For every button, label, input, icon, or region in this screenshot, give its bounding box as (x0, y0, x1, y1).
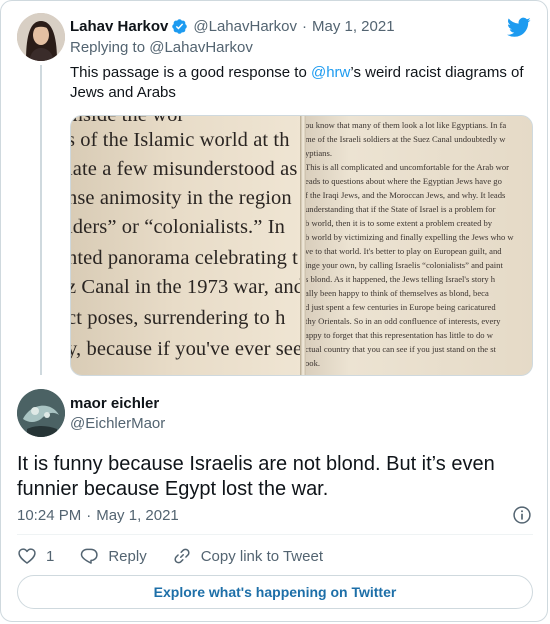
book-pages-photo[interactable]: ιnside the wor s of the Islamic world at… (70, 115, 533, 376)
copy-link-button[interactable]: Copy link to Tweet (172, 546, 323, 566)
twitter-bird-icon[interactable] (507, 15, 531, 39)
right-page-line: understanding that if the State of Israe… (305, 204, 496, 214)
left-page-line: s of the Islamic world at th (71, 129, 290, 151)
right-page-line: This is all complicated and uncomfortabl… (305, 162, 510, 172)
right-page-line: thy Orientals. So in an odd confluence o… (305, 316, 501, 326)
right-page-line: d just spent a few centuries in Europe b… (305, 302, 496, 312)
link-icon (174, 548, 190, 564)
thread-connector-line (40, 65, 42, 375)
explore-twitter-button[interactable]: Explore what's happening on Twitter (17, 575, 533, 609)
left-page-line: iate a few misunderstood as (71, 158, 298, 180)
right-page-line: me of the Israeli soldiers at the Suez C… (305, 134, 506, 144)
left-page-line: ιnside the wor (71, 116, 184, 127)
right-page-line: f the Iraqi Jews, and the Moroccan Jews,… (305, 190, 506, 200)
parent-tweet-date[interactable]: May 1, 2021 (312, 18, 395, 35)
verified-badge-icon (172, 18, 188, 34)
tweet-date: May 1, 2021 (96, 507, 179, 524)
replying-to-prefix: Replying to (70, 39, 146, 56)
left-page-line: z Canal in the 1973 war, and (71, 276, 303, 298)
info-icon[interactable] (512, 505, 532, 525)
right-page-line: ctual country that you can see if you ju… (305, 344, 496, 354)
right-page-line: ve to that world. It's better to play on… (305, 246, 502, 256)
header-separator: · (302, 17, 307, 35)
right-page-line: ook. (305, 358, 321, 368)
right-page-line: yptians. (305, 148, 332, 158)
right-page-line: ou know that many of them look a lot lik… (305, 120, 507, 130)
heart-icon (18, 548, 36, 564)
tweet-time: 10:24 PM (17, 507, 82, 524)
book-gutter (300, 116, 306, 375)
main-author-handle[interactable]: @EichlerMaor (70, 415, 165, 432)
like-count: 1 (46, 547, 55, 565)
right-page-line: ally been happy to think of themselves a… (305, 288, 489, 298)
left-page-line: iders” or “colonialists.” In (71, 216, 285, 238)
like-button[interactable]: 1 (17, 546, 54, 566)
replying-to: Replying to @LahavHarkov (70, 39, 253, 56)
tweet-actions-bar: 1 Reply Copy link to Tweet (17, 541, 348, 571)
lahav-harkov-avatar[interactable] (17, 13, 65, 61)
maor-eichler-avatar[interactable] (17, 389, 65, 437)
left-page-line: y, because if you've ever seen (71, 338, 303, 360)
tweet-embed-card: Lahav Harkov @LahavHarkov · May 1, 2021 … (0, 0, 548, 622)
hrw-mention-link[interactable]: @hrw (311, 64, 350, 81)
photo-left-page: ιnside the wor s of the Islamic world at… (71, 116, 303, 375)
left-page-line: ct poses, surrendering to h (71, 307, 286, 329)
right-page-line: inge your own, by calling Israelis “colo… (305, 260, 503, 270)
parent-tweet-text: This passage is a good response to @hrw’… (70, 63, 536, 103)
parent-author-handle[interactable]: @LahavHarkov (193, 18, 297, 35)
photo-right-page: ou know that many of them look a lot lik… (303, 116, 532, 375)
copy-link-label: Copy link to Tweet (200, 547, 323, 565)
reply-bubble-icon (81, 548, 99, 564)
divider (17, 534, 533, 535)
main-tweet-timestamp[interactable]: 10:24 PM · May 1, 2021 (17, 507, 179, 524)
right-page-line: b world, then it is to some extent a pro… (305, 218, 493, 228)
parent-author-name[interactable]: Lahav Harkov (70, 18, 168, 35)
replying-to-handle[interactable]: @LahavHarkov (149, 39, 253, 56)
left-page-line: nted panorama celebrating t (71, 247, 298, 269)
parent-text-part-1: This passage is a good response to (70, 64, 311, 81)
reply-button[interactable]: Reply (79, 546, 147, 566)
reply-label: Reply (108, 547, 147, 565)
main-tweet-text: It is funny because Israelis are not blo… (17, 453, 495, 500)
right-page-line: eads to questions about where the Egypti… (305, 176, 502, 186)
right-page-line: s blond. As it happened, the Jews tellin… (305, 274, 496, 284)
timestamp-separator: · (86, 507, 92, 524)
main-author-name[interactable]: maor eichler (70, 395, 159, 412)
left-page-line: nse animosity in the region (71, 187, 292, 209)
right-page-line: b world by victimizing and finally expel… (305, 232, 514, 242)
parent-tweet-header: Lahav Harkov @LahavHarkov · May 1, 2021 (70, 15, 395, 37)
right-page-line: appy to forget that this representation … (305, 330, 493, 340)
